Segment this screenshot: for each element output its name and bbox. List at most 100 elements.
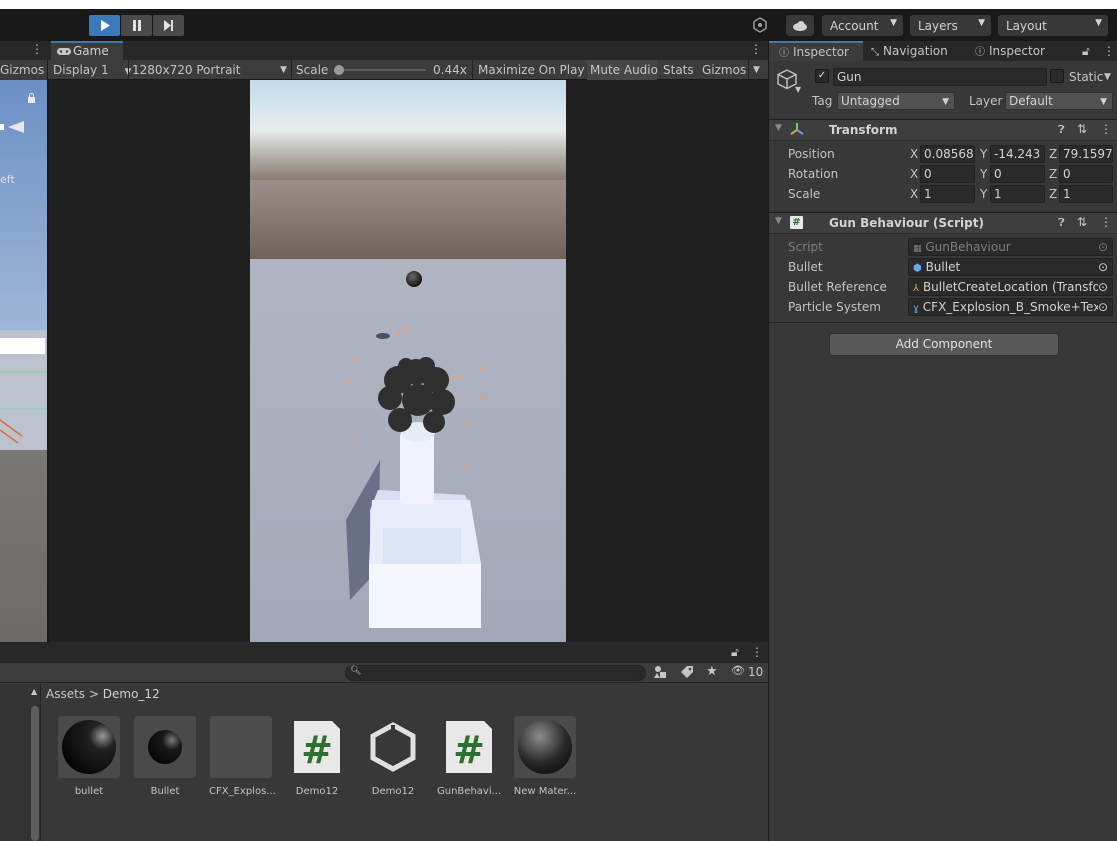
scene-view[interactable]: eft <box>0 80 47 642</box>
game-render[interactable] <box>250 80 566 642</box>
asset-item[interactable]: bullet <box>57 716 121 797</box>
rotation-x-field[interactable]: 0 <box>920 165 975 183</box>
tree-scrollbar[interactable] <box>31 706 39 841</box>
help-icon[interactable]: ❓︎ <box>1058 216 1065 230</box>
display-dropdown[interactable]: Display 1 ▼ <box>53 60 131 80</box>
static-checkbox[interactable] <box>1050 69 1064 83</box>
breadcrumb-assets[interactable]: Assets <box>46 687 85 701</box>
maximize-on-play-toggle[interactable]: Maximize On Play <box>478 60 585 80</box>
filter-by-type-icon[interactable] <box>653 665 667 682</box>
presets-icon[interactable]: ⇅ <box>1077 122 1087 136</box>
rotation-z-field[interactable]: 0 <box>1059 165 1113 183</box>
project-folder-tree[interactable]: ▲ <box>0 684 40 841</box>
position-x-field[interactable]: 0.08568 <box>920 145 975 163</box>
inspector-menu-icon[interactable]: ⋮ <box>1103 41 1115 61</box>
account-dropdown[interactable]: Account ▼ <box>822 15 903 36</box>
layer-dropdown[interactable]: Default ▼ <box>1005 92 1113 110</box>
asset-item[interactable]: # GunBehavi... <box>437 716 501 797</box>
divider <box>769 322 1117 323</box>
scene-gizmos-button[interactable]: Gizmos <box>0 60 44 80</box>
prefab-cube-icon: ⬢ <box>913 263 922 274</box>
asset-item[interactable]: # Demo12 <box>285 716 349 797</box>
transform-icon: ⅄ <box>913 283 920 294</box>
asset-item[interactable]: New Mater... <box>513 716 577 797</box>
script-icon: # <box>438 716 500 778</box>
particle-system-field[interactable]: ɣ CFX_Explosion_B_Smoke+Text ⊙ <box>908 298 1113 316</box>
bullet-value: Bullet <box>925 260 961 274</box>
scale-z-field[interactable]: 1 <box>1059 185 1113 203</box>
transform-header[interactable]: ▼ Transform ❓︎ ⇅ ⋮ <box>769 119 1117 141</box>
scale-y-field[interactable]: 1 <box>990 185 1045 203</box>
foldout-arrow-icon[interactable]: ▼ <box>775 123 782 133</box>
asset-item[interactable]: Bullet <box>133 716 197 797</box>
scale-x-field[interactable]: 1 <box>920 185 975 203</box>
object-picker-icon[interactable]: ⊙ <box>1097 299 1108 315</box>
asset-label: CFX_Explos... <box>209 786 276 797</box>
scroll-up-arrow-icon[interactable]: ▲ <box>31 687 37 696</box>
active-checkbox[interactable]: ✓ <box>815 69 829 83</box>
scene-tab-menu-icon[interactable]: ⋮ <box>31 42 43 56</box>
gun-behaviour-header[interactable]: ▼ # Gun Behaviour (Script) ❓︎ ⇅ ⋮ <box>769 212 1117 234</box>
gizmos-toggle[interactable]: Gizmos <box>702 60 746 80</box>
pause-icon <box>132 20 141 31</box>
scene-toolbar: Gizmos <box>0 60 47 80</box>
static-dropdown-arrow[interactable]: ▼ <box>1104 72 1111 82</box>
resolution-dropdown[interactable]: 1280x720 Portrait ▼ <box>132 60 287 80</box>
tab-inspector-2[interactable]: ⓘ Inspector <box>975 41 1045 61</box>
bullet-reference-value: BulletCreateLocation (Transfo <box>922 280 1100 294</box>
asset-item[interactable]: Demo12 <box>361 716 425 797</box>
svg-text:#: # <box>453 728 485 772</box>
component-menu-icon[interactable]: ⋮ <box>1100 215 1112 229</box>
object-picker-icon[interactable]: ⊙ <box>1098 259 1108 275</box>
hidden-packages-icon[interactable]: 👁︎ <box>731 664 745 677</box>
help-icon[interactable]: ❓︎ <box>1058 123 1065 137</box>
add-component-button[interactable]: Add Component <box>829 333 1059 356</box>
layers-dropdown[interactable]: Layers ▼ <box>910 15 991 36</box>
layout-dropdown[interactable]: Layout ▼ <box>998 15 1108 36</box>
lock-icon[interactable]: 🔓︎ <box>731 645 739 660</box>
favorite-star-icon[interactable]: ★ <box>706 664 718 679</box>
lock-icon[interactable]: 🔓︎ <box>1082 41 1090 61</box>
tab-game[interactable]: Game <box>51 41 123 60</box>
scene-gizmo-icon[interactable] <box>0 120 26 137</box>
bullet-reference-field[interactable]: ⅄ BulletCreateLocation (Transfo ⊙ <box>908 278 1113 296</box>
presets-icon[interactable]: ⇅ <box>1077 215 1087 229</box>
tab-inspector[interactable]: ⓘ Inspector <box>769 41 863 61</box>
particle-icon: ɣ <box>913 303 919 314</box>
icon-dropdown-arrow[interactable]: ▼ <box>795 85 801 94</box>
stats-toggle[interactable]: Stats <box>663 60 694 80</box>
pause-button[interactable] <box>121 15 152 36</box>
collab-icon[interactable] <box>752 17 768 36</box>
object-name-field[interactable]: Gun <box>833 68 1047 86</box>
static-label: Static <box>1069 70 1104 84</box>
cloud-button[interactable] <box>786 15 814 36</box>
project-menu-icon[interactable]: ⋮ <box>751 645 763 659</box>
step-button[interactable] <box>153 15 184 36</box>
object-picker-icon[interactable]: ⊙ <box>1097 279 1108 295</box>
game-tab-menu-icon[interactable]: ⋮ <box>750 42 762 56</box>
play-button[interactable] <box>89 15 120 36</box>
position-y-field[interactable]: -14.243 <box>990 145 1045 163</box>
tab-navigation[interactable]: ⤡ Navigation <box>871 41 948 61</box>
rotation-y-field[interactable]: 0 <box>990 165 1045 183</box>
material-sphere-icon <box>514 716 576 778</box>
foldout-arrow-icon[interactable]: ▼ <box>775 216 782 226</box>
filter-by-label-icon[interactable] <box>680 665 694 682</box>
gizmos-dropdown-arrow[interactable]: ▼ <box>753 60 760 80</box>
breadcrumb-demo12[interactable]: Demo_12 <box>103 687 160 701</box>
divider <box>40 684 41 841</box>
mute-audio-toggle[interactable]: Mute Audio <box>587 60 658 80</box>
tag-dropdown[interactable]: Untagged ▼ <box>837 92 955 110</box>
script-file-icon: ▦ <box>913 244 922 254</box>
search-icon: 🔍︎ <box>350 666 362 676</box>
position-z-field[interactable]: 79.1597 <box>1059 145 1113 163</box>
scale-slider-handle[interactable] <box>334 65 344 75</box>
scale-slider[interactable] <box>338 69 426 71</box>
prefab-sphere-icon <box>134 716 196 778</box>
component-menu-icon[interactable]: ⋮ <box>1100 122 1112 136</box>
project-search-input[interactable]: 🔍︎ <box>345 665 646 681</box>
bullet-field[interactable]: ⬢ Bullet ⊙ <box>908 258 1113 276</box>
asset-item[interactable]: CFX_Explos... <box>209 716 276 797</box>
material-sphere-icon <box>58 716 120 778</box>
lock-icon[interactable] <box>27 92 36 106</box>
